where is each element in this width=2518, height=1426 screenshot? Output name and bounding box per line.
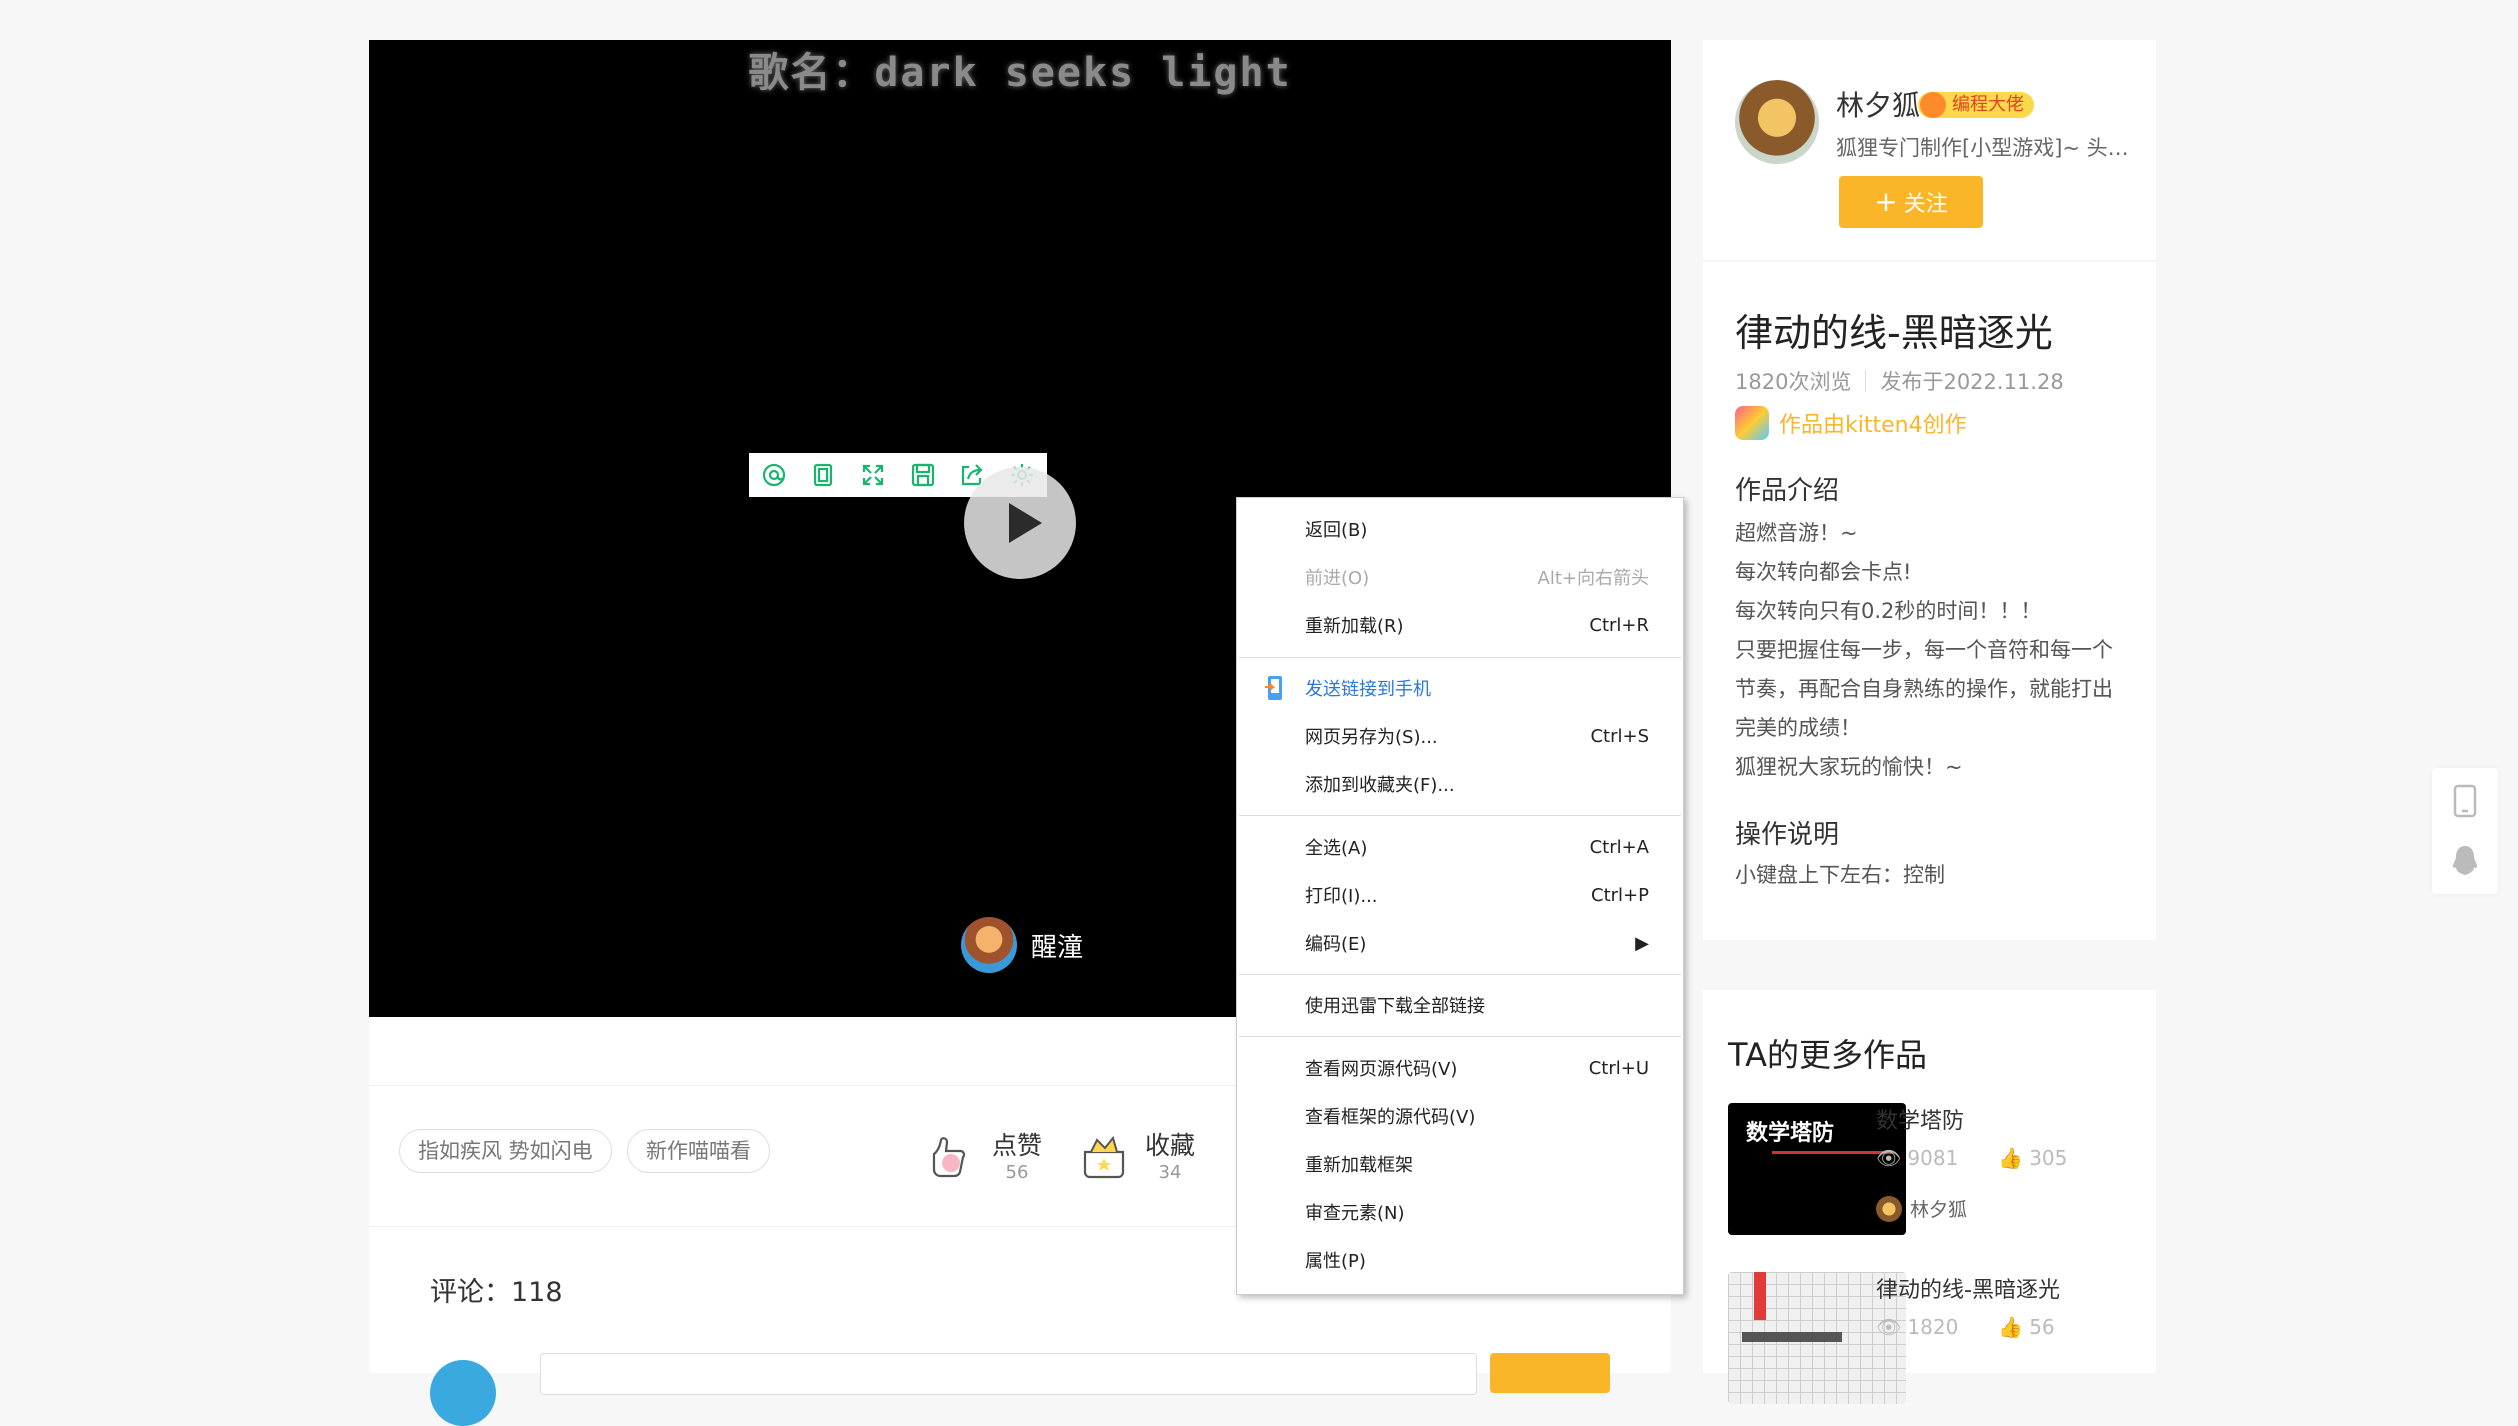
more-works-card: TA的更多作品 数学塔防 数学塔防 👁 9081 👍 305 林夕狐 律动的线-黑暗… <box>1703 990 2156 1404</box>
intro-line: 只要把握住每一步，每一个音符和每一个 <box>1735 638 2113 662</box>
eye-icon: 👁 <box>1876 1315 1902 1339</box>
made-by-link[interactable]: 作品由kitten4创作 <box>1735 406 1967 440</box>
like-icon <box>932 1136 966 1177</box>
follow-label: 关注 <box>1903 192 1948 217</box>
likes-stat: 👍 56 <box>1998 1315 2055 1339</box>
author-name[interactable]: 林夕狐 <box>1836 84 1920 124</box>
menu-item-reload-frame[interactable]: 重新加载框架 <box>1305 1149 1649 1179</box>
plus-icon: + <box>1874 185 1898 218</box>
views-stat: 👁 1820 <box>1876 1315 1959 1339</box>
work-name[interactable]: 数学塔防 <box>1876 1103 1964 1135</box>
collect-label: 收藏 <box>1145 1131 1196 1160</box>
fullscreen-icon[interactable] <box>855 457 891 493</box>
menu-divider <box>1239 657 1681 658</box>
intro-heading: 作品介绍 <box>1735 476 1840 506</box>
made-by-text: 作品由kitten4创作 <box>1779 413 1967 438</box>
publish-date: 发布于2022.11.28 <box>1880 370 2064 394</box>
menu-item-print[interactable]: 打印(I)... Ctrl+P <box>1305 880 1649 910</box>
side-float-tools <box>2432 768 2498 894</box>
avatar <box>961 917 1017 973</box>
menu-item-view-source[interactable]: 查看网页源代码(V) Ctrl+U <box>1305 1053 1649 1083</box>
like-button[interactable]: 点赞 56 <box>924 1126 1042 1183</box>
author-profile-card: 林夕狐 编程大佬 狐狸专门制作[小型游戏]~ 头… + 关注 <box>1703 40 2156 260</box>
work-author[interactable]: 林夕狐 <box>1876 1195 1967 1222</box>
comment-input[interactable] <box>540 1353 1477 1395</box>
crown-icon <box>1920 92 1946 118</box>
menu-item-view-frame-source[interactable]: 查看框架的源代码(V) <box>1305 1101 1649 1131</box>
intro-line: 每次转向都会卡点! <box>1735 560 1912 584</box>
save-icon[interactable] <box>905 457 941 493</box>
menu-item-properties[interactable]: 属性(P) <box>1305 1245 1649 1275</box>
avatar <box>1876 1195 1902 1222</box>
submenu-arrow-icon: ▶ <box>1635 932 1649 954</box>
follow-button[interactable]: + 关注 <box>1839 176 1983 228</box>
thumbnail-decoration <box>1772 1151 1892 1154</box>
collect-button[interactable]: 收藏 34 <box>1077 1126 1195 1183</box>
song-title: 歌名：dark seeks light <box>748 50 1292 96</box>
menu-item-send-to-phone[interactable]: 发送链接到手机 <box>1305 673 1649 703</box>
menu-item-inspect[interactable]: 审查元素(N) <box>1305 1197 1649 1227</box>
comment-send-button[interactable] <box>1490 1353 1610 1393</box>
player-author-name: 醒潼 <box>1031 932 1084 963</box>
likes-stat: 👍 305 <box>1998 1146 2068 1170</box>
kitten-app-icon <box>1735 406 1769 440</box>
ops-heading: 操作说明 <box>1735 820 1840 850</box>
copy-icon[interactable] <box>805 457 841 493</box>
player-author-chip[interactable]: 醒潼 <box>961 917 1083 973</box>
send-to-phone-icon <box>1265 676 1282 700</box>
intro-line: 狐狸祝大家玩的愉快！~ <box>1735 755 1963 779</box>
tag-chip[interactable]: 新作喵喵看 <box>627 1129 770 1173</box>
play-button[interactable] <box>964 467 1076 579</box>
like-label: 点赞 <box>992 1131 1043 1160</box>
mobile-icon[interactable] <box>2452 784 2478 818</box>
menu-divider <box>1239 815 1681 816</box>
menu-divider <box>1239 974 1681 975</box>
intro-line: 完美的成绩！ <box>1735 716 1861 740</box>
work-stats: 👁 1820 👍 56 <box>1876 1315 2055 1339</box>
qq-icon[interactable] <box>2451 844 2479 878</box>
doodle-icon[interactable] <box>756 457 792 493</box>
menu-item-select-all[interactable]: 全选(A) Ctrl+A <box>1305 832 1649 862</box>
work-stats: 👁 9081 👍 305 <box>1876 1146 2067 1170</box>
intro-text: 超燃音游！~ 每次转向都会卡点! 每次转向只有0.2秒的时间！！！ 只要把握住每… <box>1735 514 2135 787</box>
thumbnail-decoration <box>1742 1332 1842 1342</box>
avatar[interactable] <box>1735 80 1819 164</box>
more-works-title: TA的更多作品 <box>1728 1036 1927 1074</box>
collect-count: 34 <box>1158 1162 1182 1183</box>
thumb-up-icon: 👍 <box>1998 1146 2024 1170</box>
divider <box>1865 370 1867 392</box>
ops-text: 小键盘上下左右：控制 <box>1735 863 1945 887</box>
menu-item-back[interactable]: 返回(B) <box>1305 514 1649 544</box>
thumb-up-icon: 👍 <box>1998 1315 2024 1339</box>
tag-chip[interactable]: 指如疾风 势如闪电 <box>399 1129 612 1173</box>
menu-divider <box>1239 1036 1681 1037</box>
work-info-card: 律动的线-黑暗逐光 1820次浏览 发布于2022.11.28 作品由kitte… <box>1703 262 2156 940</box>
context-menu: 返回(B) 前进(O) Alt+向右箭头 重新加载(R) Ctrl+R 发送链接到手… <box>1236 497 1684 1295</box>
menu-item-reload[interactable]: 重新加载(R) Ctrl+R <box>1305 610 1649 640</box>
view-count: 1820次浏览 <box>1735 370 1852 394</box>
menu-item-add-favorite[interactable]: 添加到收藏夹(F)... <box>1305 769 1649 799</box>
avatar <box>430 1360 496 1426</box>
menu-item-encoding[interactable]: 编码(E) ▶ <box>1305 928 1649 958</box>
like-count: 56 <box>1005 1162 1029 1183</box>
work-meta: 1820次浏览 发布于2022.11.28 <box>1735 366 2064 396</box>
eye-icon: 👁 <box>1876 1146 1902 1170</box>
intro-line: 每次转向只有0.2秒的时间！！！ <box>1735 599 2042 623</box>
work-author-name: 林夕狐 <box>1910 1199 1968 1221</box>
author-description: 狐狸专门制作[小型游戏]~ 头… <box>1836 136 2129 160</box>
views-stat: 👁 9081 <box>1876 1146 1959 1170</box>
thumbnail-decoration <box>1754 1272 1766 1320</box>
menu-item-save-as[interactable]: 网页另存为(S)... Ctrl+S <box>1305 721 1649 751</box>
collect-icon <box>1083 1135 1125 1178</box>
work-name[interactable]: 律动的线-黑暗逐光 <box>1876 1272 2060 1304</box>
intro-line: 超燃音游！~ <box>1735 521 1858 545</box>
intro-line: 节奏，再配合自身熟练的操作，就能打出 <box>1735 677 2113 701</box>
comment-count-title: 评论：118 <box>430 1277 563 1308</box>
page-title: 律动的线-黑暗逐光 <box>1735 311 2053 355</box>
menu-item-forward[interactable]: 前进(O) Alt+向右箭头 <box>1305 562 1649 592</box>
menu-item-thunder-download[interactable]: 使用迅雷下载全部链接 <box>1305 990 1649 1020</box>
